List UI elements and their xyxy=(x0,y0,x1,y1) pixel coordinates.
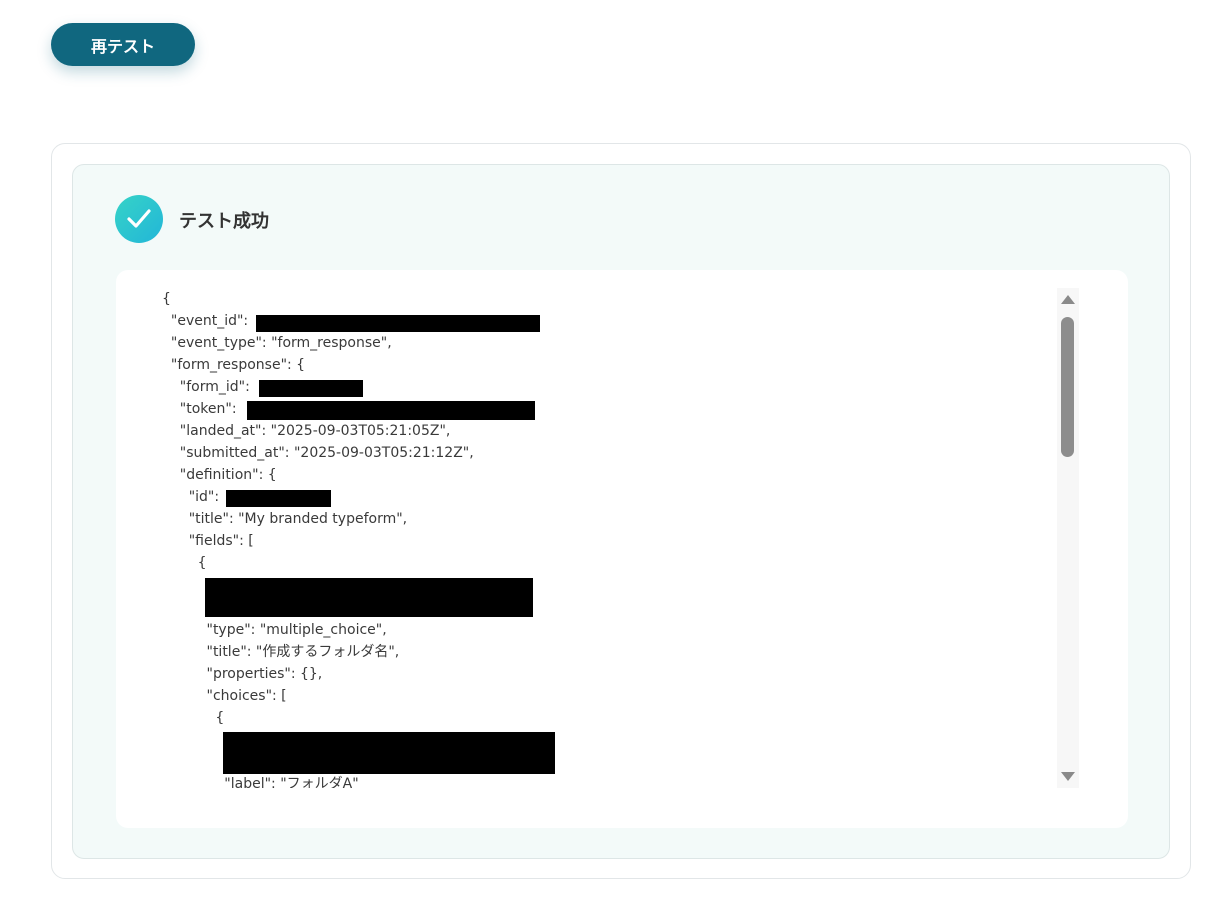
scrollbar[interactable] xyxy=(1057,288,1079,788)
redacted-block xyxy=(223,732,555,774)
json-output-panel: { "event_id": "event_type": "form_respon… xyxy=(116,270,1128,828)
redacted-block xyxy=(226,490,331,507)
code-line: "event_type": "form_response", xyxy=(162,335,392,351)
code-line: "token": xyxy=(162,401,237,417)
test-result-panel: テスト成功 { "event_id": "event_type": "form_… xyxy=(72,164,1170,859)
code-line: "definition": { xyxy=(162,467,277,483)
code-line: "form_id": xyxy=(162,379,250,395)
code-line: "label": "フォルダA" xyxy=(162,776,359,788)
retest-button[interactable]: 再テスト xyxy=(51,23,195,66)
code-line: "type": "multiple_choice", xyxy=(162,622,387,638)
code-line: { xyxy=(162,291,171,307)
code-line: "landed_at": "2025-09-03T05:21:05Z", xyxy=(162,423,451,439)
json-output-scroll[interactable]: { "event_id": "event_type": "form_respon… xyxy=(116,288,1056,788)
code-line: "title": "作成するフォルダ名", xyxy=(162,644,400,660)
scroll-down-icon[interactable] xyxy=(1061,772,1075,781)
redacted-block xyxy=(256,315,540,332)
test-success-title: テスト成功 xyxy=(179,211,269,232)
code-line: "properties": {}, xyxy=(162,666,323,682)
code-line: "event_id": xyxy=(162,313,249,329)
code-line: { xyxy=(162,555,207,571)
code-line: "submitted_at": "2025-09-03T05:21:12Z", xyxy=(162,445,474,461)
redacted-block xyxy=(247,401,535,420)
scrollbar-thumb[interactable] xyxy=(1061,317,1074,457)
test-result-card: テスト成功 { "event_id": "event_type": "form_… xyxy=(51,143,1191,879)
scroll-up-icon[interactable] xyxy=(1061,295,1075,304)
code-line: "choices": [ xyxy=(162,688,287,704)
code-line: "title": "My branded typeform", xyxy=(162,511,408,527)
check-circle-icon xyxy=(115,195,163,243)
code-line: { xyxy=(162,710,225,726)
code-line: "fields": [ xyxy=(162,533,254,549)
code-line: "form_response": { xyxy=(162,357,306,373)
redacted-block xyxy=(259,380,363,397)
redacted-block xyxy=(205,578,533,617)
code-line: "id": xyxy=(162,489,220,505)
